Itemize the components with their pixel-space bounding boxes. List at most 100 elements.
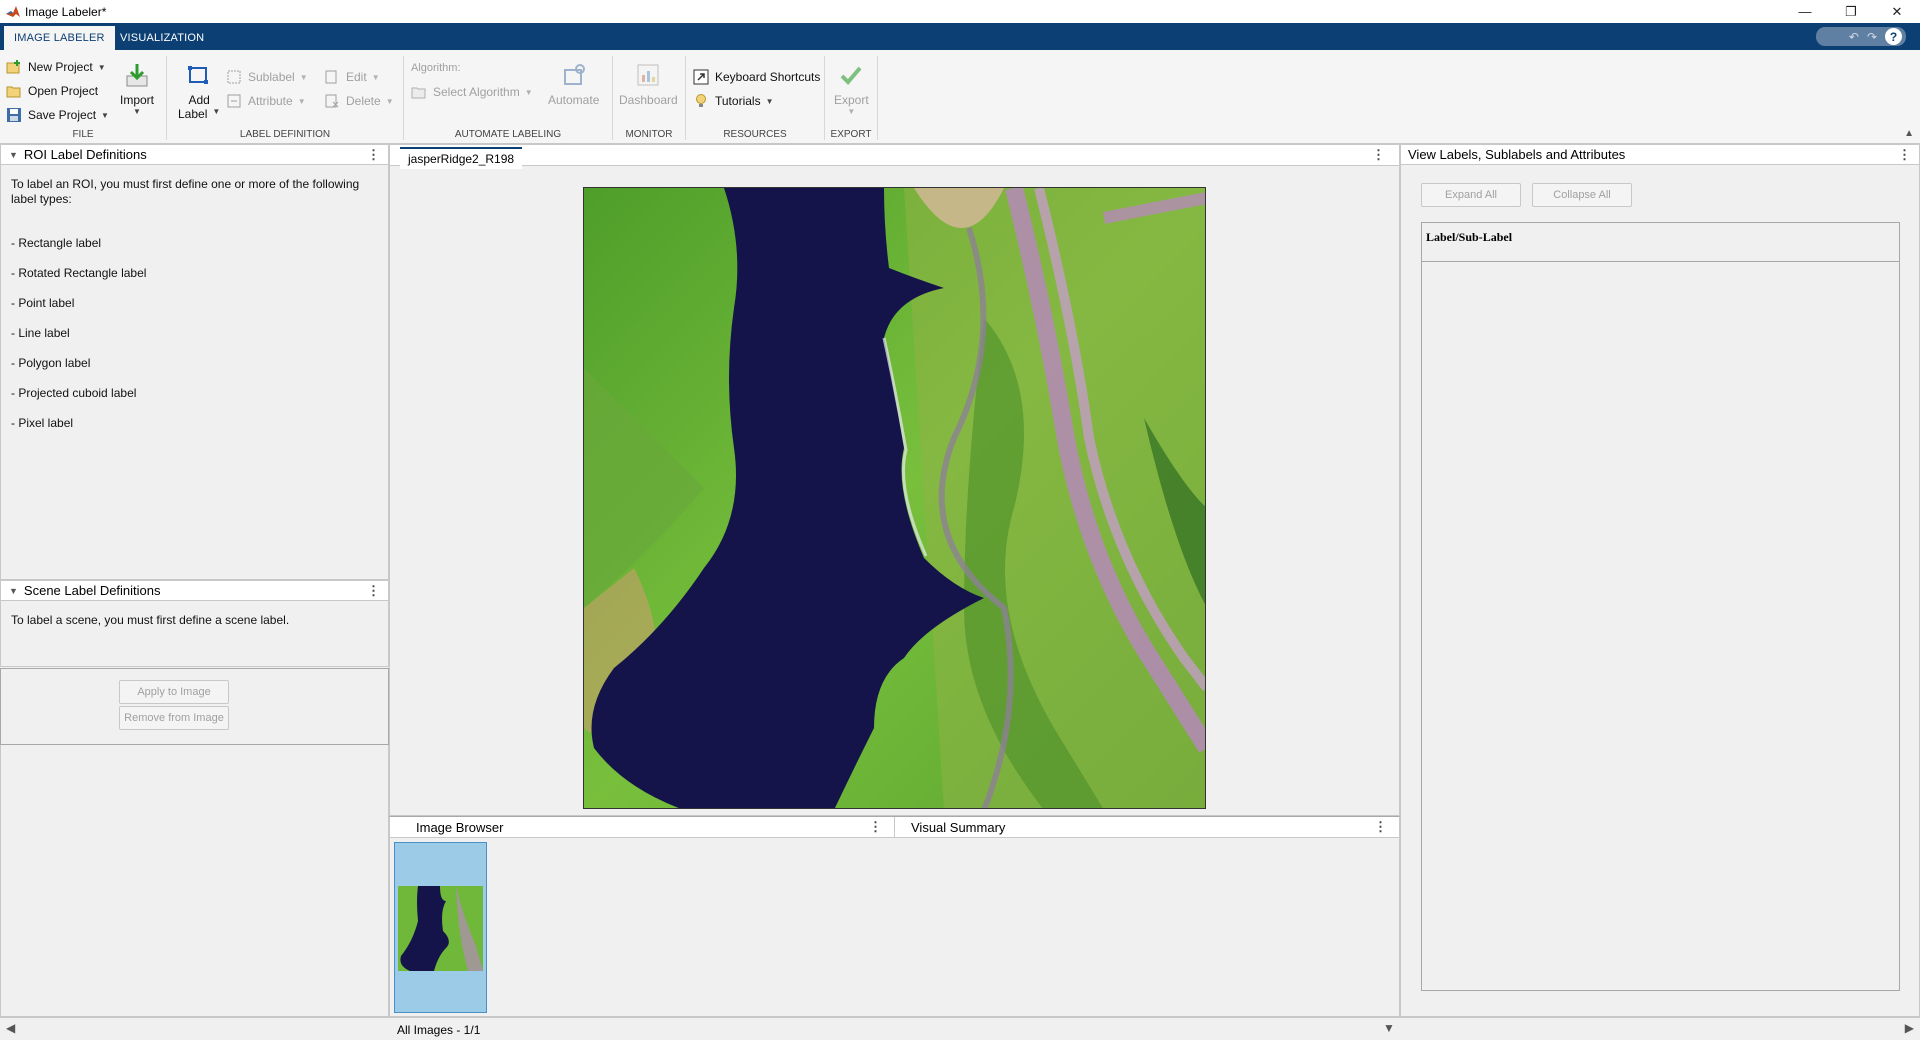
attribute-icon	[227, 94, 241, 108]
add-label-button[interactable]: Add Label ▼	[178, 62, 220, 121]
title-bar: Image Labeler* — ❐ ✕	[0, 0, 1920, 23]
ribbon-separator	[612, 56, 613, 140]
status-bar: ◀ All Images - 1/1 ▼ ▶	[0, 1017, 1920, 1040]
delete-button[interactable]: Delete ▼	[324, 93, 394, 109]
sublabel-icon	[227, 70, 241, 84]
folder-icon	[411, 87, 426, 99]
panel-menu-icon[interactable]: ⋮	[367, 583, 380, 599]
dashboard-icon	[637, 64, 659, 86]
scene-panel-header: ▼ Scene Label Definitions ⋮	[1, 581, 388, 601]
sublabel-button[interactable]: Sublabel ▼	[226, 69, 308, 85]
remove-from-image-button[interactable]: Remove from Image	[119, 706, 229, 730]
ribbon-separator	[685, 56, 686, 140]
right-panel-header: View Labels, Sublabels and Attributes ⋮	[1401, 145, 1919, 165]
roi-type-item: - Polygon label	[11, 356, 91, 370]
visual-summary-header[interactable]: Visual Summary ⋮	[895, 817, 1399, 838]
image-thumbnail[interactable]	[394, 842, 487, 1013]
panel-menu-icon[interactable]: ⋮	[869, 819, 882, 835]
scene-info-text: To label a scene, you must first define …	[11, 613, 290, 627]
open-folder-icon	[6, 86, 21, 98]
document-menu-icon[interactable]: ⋮	[1372, 147, 1385, 163]
save-project-button[interactable]: Save Project ▼	[6, 107, 109, 123]
roi-panel-header: ▼ ROI Label Definitions ⋮	[1, 145, 388, 165]
filter-icon[interactable]: ▼	[1383, 1021, 1395, 1035]
resources-group-label: RESOURCES	[723, 129, 787, 140]
scene-label-panel: ▼ Scene Label Definitions ⋮ To label a s…	[0, 580, 389, 667]
export-group-label: EXPORT	[830, 129, 872, 140]
collapse-ribbon-icon[interactable]: ▲	[1904, 128, 1914, 139]
new-project-button[interactable]: New Project ▼	[6, 59, 106, 75]
dashboard-button[interactable]: Dashboard	[619, 62, 678, 107]
file-group-label: FILE	[72, 129, 94, 140]
close-button[interactable]: ✕	[1874, 0, 1920, 23]
algorithm-caption: Algorithm:	[411, 62, 461, 74]
expand-all-button[interactable]: Expand All	[1421, 183, 1521, 207]
roi-type-item: - Pixel label	[11, 416, 74, 430]
select-algorithm-label: Select Algorithm	[433, 85, 520, 99]
image-browser-title: Image Browser	[416, 819, 504, 835]
label-tree[interactable]: Label/Sub-Label	[1421, 222, 1900, 991]
panel-menu-icon[interactable]: ⋮	[367, 147, 380, 163]
roi-type-item: - Line label	[11, 326, 70, 340]
roi-types-list: - Rectangle label - Rotated Rectangle la…	[11, 221, 146, 446]
main-image[interactable]	[583, 187, 1206, 809]
document-tab-strip: ⋮	[390, 145, 1399, 166]
keyboard-shortcuts-button[interactable]: Keyboard Shortcuts	[693, 69, 820, 85]
visual-summary-title: Visual Summary	[911, 819, 1006, 835]
import-label: Import	[120, 93, 155, 107]
panel-menu-icon[interactable]: ⋮	[1374, 819, 1387, 835]
save-project-label: Save Project	[28, 108, 97, 122]
shortcut-arrow-icon	[693, 69, 709, 85]
scene-panel-title: Scene Label Definitions	[23, 583, 161, 598]
roi-label-panel: ▼ ROI Label Definitions ⋮ To label an RO…	[0, 144, 389, 580]
restore-button[interactable]: ❐	[1828, 0, 1874, 23]
collapse-all-button[interactable]: Collapse All	[1532, 183, 1632, 207]
left-collapse-icon[interactable]: ◀	[6, 1021, 15, 1035]
add-label-line2: Label	[178, 107, 208, 121]
save-icon	[7, 108, 21, 122]
ribbon-separator	[877, 56, 878, 140]
satellite-image-graphic	[584, 188, 1205, 808]
delete-icon	[325, 94, 339, 108]
import-button[interactable]: Import ▼	[120, 62, 154, 116]
panel-menu-icon[interactable]: ⋮	[1898, 147, 1911, 163]
minimize-button[interactable]: —	[1782, 0, 1828, 23]
document-tab[interactable]: jasperRidge2_R198	[400, 147, 523, 169]
import-icon	[126, 64, 148, 87]
open-project-label: Open Project	[28, 84, 99, 98]
select-algorithm-dropdown[interactable]: Select Algorithm ▼	[411, 84, 533, 100]
roi-type-item: - Point label	[11, 296, 75, 310]
automate-label: Automate	[548, 93, 600, 107]
label-tree-header: Label/Sub-Label	[1422, 223, 1899, 262]
collapse-triangle-icon[interactable]: ▼	[9, 586, 18, 596]
roi-intro-text: To label an ROI, you must first define o…	[11, 177, 360, 206]
dashboard-label: Dashboard	[619, 93, 678, 107]
ribbon-separator	[403, 56, 404, 140]
attribute-button[interactable]: Attribute ▼	[226, 93, 306, 109]
tab-visualization[interactable]: VISUALIZATION	[110, 26, 214, 50]
new-project-label: New Project	[28, 60, 93, 74]
window-title: Image Labeler*	[25, 4, 107, 19]
export-button[interactable]: Export ▼	[834, 62, 869, 116]
undo-icon[interactable]: ↶	[1849, 30, 1859, 44]
delete-label: Delete	[346, 94, 381, 108]
edit-button[interactable]: Edit ▼	[324, 69, 380, 85]
redo-icon[interactable]: ↷	[1867, 30, 1877, 44]
collapse-triangle-icon[interactable]: ▼	[9, 150, 18, 160]
right-panel-title: View Labels, Sublabels and Attributes	[1408, 147, 1626, 162]
ribbon-separator	[166, 56, 167, 140]
right-collapse-icon[interactable]: ▶	[1905, 1021, 1914, 1035]
image-browser-header: Image Browser ⋮	[390, 817, 895, 838]
matlab-logo-icon	[6, 5, 20, 17]
tab-image-labeler[interactable]: IMAGE LABELER	[4, 26, 115, 50]
keyboard-shortcuts-label: Keyboard Shortcuts	[715, 70, 821, 84]
tutorials-button[interactable]: Tutorials ▼	[693, 93, 774, 109]
automate-button[interactable]: Automate	[548, 62, 599, 107]
apply-to-image-button[interactable]: Apply to Image	[119, 680, 229, 704]
open-project-button[interactable]: Open Project	[6, 83, 98, 99]
help-icon[interactable]: ?	[1885, 28, 1902, 45]
automate-icon	[563, 64, 585, 85]
tutorials-label: Tutorials	[715, 94, 761, 108]
sublabel-label: Sublabel	[248, 70, 295, 84]
roi-type-item: - Projected cuboid label	[11, 386, 137, 400]
